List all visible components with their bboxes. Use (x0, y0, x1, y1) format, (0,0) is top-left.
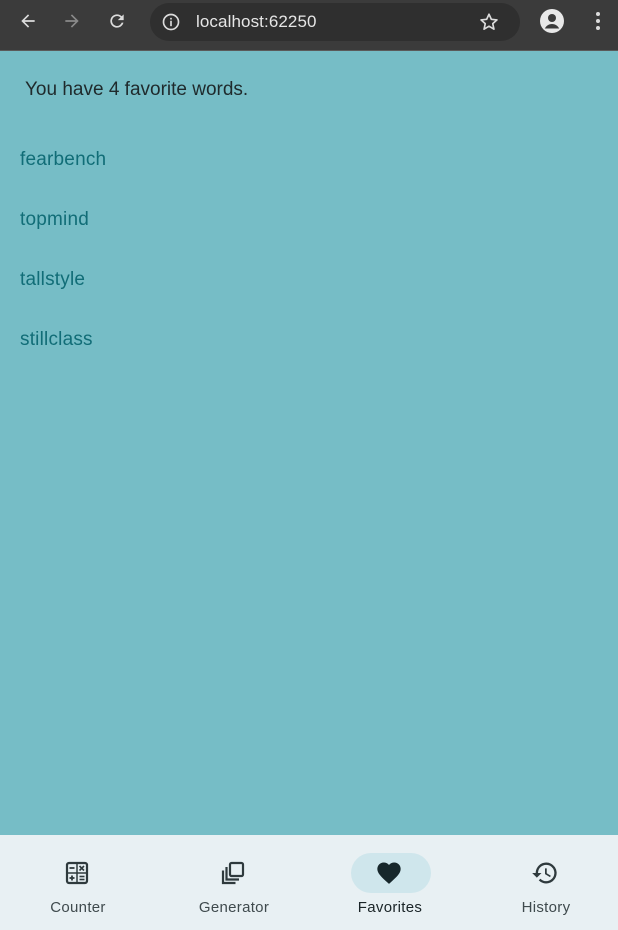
address-bar[interactable]: localhost:62250 (150, 3, 520, 41)
nav-generator[interactable]: Generator (157, 835, 311, 930)
account-icon[interactable] (538, 7, 566, 35)
back-button[interactable] (14, 7, 42, 35)
heart-icon (377, 862, 401, 884)
nav-label-generator: Generator (198, 899, 270, 916)
arrow-left-icon (21, 14, 35, 28)
arrow-right-icon (65, 14, 79, 28)
kebab-menu-icon[interactable] (588, 7, 608, 35)
browser-toolbar: localhost:62250 (0, 0, 618, 51)
favorite-word-item[interactable]: tallstyle (20, 269, 106, 329)
reload-icon (110, 14, 124, 28)
filter-none-icon (221, 861, 245, 885)
info-icon[interactable] (161, 12, 181, 32)
calculator-icon (65, 861, 89, 885)
nav-favorites[interactable]: Favorites (313, 835, 467, 930)
nav-counter[interactable]: Counter (1, 835, 155, 930)
nav-label-history: History (521, 899, 571, 916)
history-icon (532, 862, 557, 884)
reload-button[interactable] (103, 7, 131, 35)
favorite-word-item[interactable]: fearbench (20, 149, 106, 209)
nav-history[interactable]: History (469, 835, 618, 930)
forward-button[interactable] (58, 7, 86, 35)
bottom-navigation-bar: Counter Generator Favorites History (0, 835, 618, 930)
favorites-page: You have 4 favorite words. fearbench top… (0, 51, 618, 835)
nav-label-favorites: Favorites (357, 899, 423, 916)
favorites-count-text: You have 4 favorite words. (25, 79, 249, 100)
favorites-list: fearbench topmind tallstyle stillclass (20, 149, 106, 389)
nav-label-counter: Counter (50, 899, 106, 916)
star-icon[interactable] (478, 11, 500, 33)
favorite-word-item[interactable]: topmind (20, 209, 106, 269)
favorite-word-item[interactable]: stillclass (20, 329, 106, 389)
url-text[interactable]: localhost:62250 (196, 12, 317, 32)
